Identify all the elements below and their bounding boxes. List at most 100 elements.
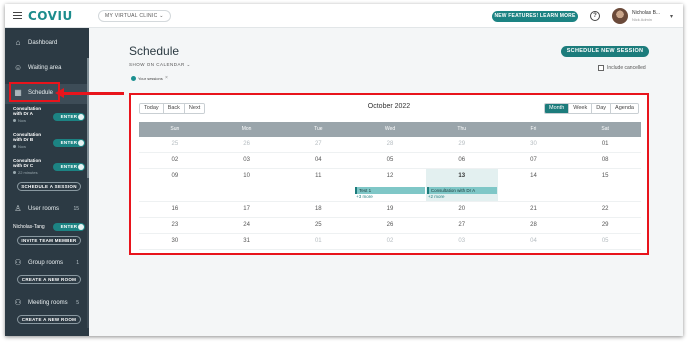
view-switcher: Month Week Day Agenda — [543, 103, 639, 114]
day-cell[interactable]: 31 — [210, 234, 283, 250]
user-icon: ♙ — [14, 204, 22, 213]
room-item: Consultation with Dr B Now ENTER — [13, 132, 87, 152]
day-cell[interactable]: 14 — [497, 169, 570, 202]
day-number: 02 — [171, 157, 179, 163]
week-row: 25 26 27 28 29 30 01 — [139, 137, 642, 153]
more-events-link[interactable]: +3 more — [356, 194, 373, 199]
day-cell[interactable]: 23 — [139, 218, 211, 234]
enter-button[interactable]: ENTER — [53, 223, 85, 231]
day-cell[interactable]: 26 — [354, 218, 426, 234]
schedule-new-session-button[interactable]: SCHEDULE NEW SESSION — [561, 46, 649, 57]
day-cell[interactable]: 06 — [425, 153, 498, 169]
day-cell[interactable]: 21 — [497, 202, 570, 218]
day-cell[interactable]: 05 — [354, 153, 426, 169]
day-number: 18 — [314, 206, 322, 212]
day-cell[interactable]: 27 — [425, 218, 498, 234]
day-number: 31 — [243, 238, 250, 244]
day-number: 11 — [315, 173, 322, 179]
day-cell[interactable]: 25 — [282, 218, 355, 234]
today-button[interactable]: Today — [140, 104, 164, 113]
room-status: Now — [13, 144, 26, 149]
day-number: 12 — [386, 173, 394, 179]
day-number: 28 — [530, 222, 537, 228]
day-cell[interactable]: 01 — [282, 234, 355, 250]
invite-team-member-button[interactable]: INVITE TEAM MEMBER — [17, 236, 81, 245]
room-name: Consultation with Dr B — [13, 132, 42, 142]
day-view-button[interactable]: Day — [592, 104, 612, 113]
day-cell[interactable]: 11 — [282, 169, 355, 202]
day-number: 04 — [530, 238, 537, 244]
day-cell[interactable]: 08 — [569, 153, 642, 169]
day-cell[interactable]: 28 — [354, 137, 426, 153]
enter-button[interactable]: ENTER — [53, 163, 85, 171]
day-cell[interactable]: 27 — [282, 137, 355, 153]
day-cell[interactable]: 03 — [425, 234, 498, 250]
schedule-session-button[interactable]: SCHEDULE A SESSION — [17, 182, 81, 191]
month-view-button[interactable]: Month — [544, 104, 570, 113]
day-cell[interactable]: 19 — [354, 202, 426, 218]
sidebar-item-group-rooms[interactable]: ⚇ Group rooms 1 — [5, 254, 89, 274]
day-cell[interactable]: 30 — [497, 137, 570, 153]
day-cell[interactable]: 10 — [210, 169, 283, 202]
user-role: Nick Admin — [632, 17, 653, 22]
clinic-select[interactable]: MY VIRTUAL CLINIC ⌄ — [98, 10, 171, 22]
day-cell[interactable]: 24 — [210, 218, 283, 234]
new-features-button[interactable]: NEW FEATURES! LEARN MORE — [492, 11, 578, 22]
menu-icon[interactable] — [13, 12, 22, 19]
calendar-event[interactable]: Test 1 — [355, 187, 425, 194]
day-cell[interactable]: 18 — [282, 202, 355, 218]
agenda-view-button[interactable]: Agenda — [611, 104, 638, 113]
day-cell[interactable]: 04 — [497, 234, 570, 250]
week-view-button[interactable]: Week — [569, 104, 593, 113]
day-number: 22 — [601, 206, 609, 212]
day-cell[interactable]: 15 — [569, 169, 642, 202]
close-icon[interactable]: × — [165, 75, 168, 81]
enter-button[interactable]: ENTER — [53, 139, 85, 147]
day-number: 07 — [530, 157, 537, 163]
day-cell[interactable]: 02 — [354, 234, 426, 250]
create-room-button[interactable]: CREATE A NEW ROOM — [17, 275, 81, 284]
day-cell[interactable]: 02 — [139, 153, 211, 169]
day-cell[interactable]: 01 — [569, 137, 642, 153]
day-number: 24 — [243, 222, 250, 228]
day-cell[interactable]: 29 — [425, 137, 498, 153]
day-cell[interactable]: 17 — [210, 202, 283, 218]
more-events-link[interactable]: +2 more — [428, 194, 445, 199]
day-number: 30 — [171, 238, 179, 244]
day-cell[interactable]: 04 — [282, 153, 355, 169]
day-cell[interactable]: 03 — [210, 153, 283, 169]
user-room-name: Nicholas-Tang — [13, 224, 45, 230]
include-cancelled-checkbox[interactable] — [598, 65, 604, 71]
week-row: 16 17 18 19 20 21 22 — [139, 202, 642, 218]
back-button[interactable]: Back — [163, 104, 185, 113]
day-cell[interactable]: 05 — [569, 234, 642, 250]
day-header: Sat — [601, 126, 609, 132]
calendar-event[interactable]: Consultation with Dr A — [426, 187, 497, 194]
day-cell[interactable]: 09 — [139, 169, 211, 202]
day-number: 27 — [314, 141, 322, 147]
user-name[interactable]: Nicholas B... — [632, 10, 660, 16]
next-button[interactable]: Next — [184, 104, 205, 113]
day-cell[interactable]: 30 — [139, 234, 211, 250]
avatar[interactable] — [612, 8, 628, 24]
show-on-calendar-dropdown[interactable]: SHOW ON CALENDAR ⌄ — [129, 62, 191, 68]
sidebar-item-dashboard[interactable]: ⌂ Dashboard — [5, 34, 89, 54]
day-cell[interactable]: 20 — [425, 202, 498, 218]
day-cell[interactable]: 22 — [569, 202, 642, 218]
day-cell[interactable]: 16 — [139, 202, 211, 218]
day-cell[interactable]: 26 — [210, 137, 283, 153]
sidebar-item-meeting-rooms[interactable]: ⚇ Meeting rooms 5 — [5, 294, 89, 314]
enter-button[interactable]: ENTER — [53, 113, 85, 121]
day-cell[interactable]: 28 — [497, 218, 570, 234]
room-item: Consultation with Dr C 22 minutes ENTER — [13, 158, 87, 178]
day-cell[interactable]: 29 — [569, 218, 642, 234]
chevron-down-icon[interactable]: ▾ — [670, 13, 673, 20]
day-cell[interactable]: 07 — [497, 153, 570, 169]
sidebar-item-waiting-area[interactable]: ☺ Waiting area — [5, 59, 89, 79]
logo: COVIU — [28, 9, 73, 23]
sidebar-item-label: Waiting area — [28, 65, 62, 71]
day-cell[interactable]: 25 — [139, 137, 211, 153]
create-room-button[interactable]: CREATE A NEW ROOM — [17, 315, 81, 324]
sidebar-item-user-rooms[interactable]: ♙ User rooms 15 — [5, 200, 89, 220]
help-icon[interactable]: ? — [590, 11, 600, 21]
